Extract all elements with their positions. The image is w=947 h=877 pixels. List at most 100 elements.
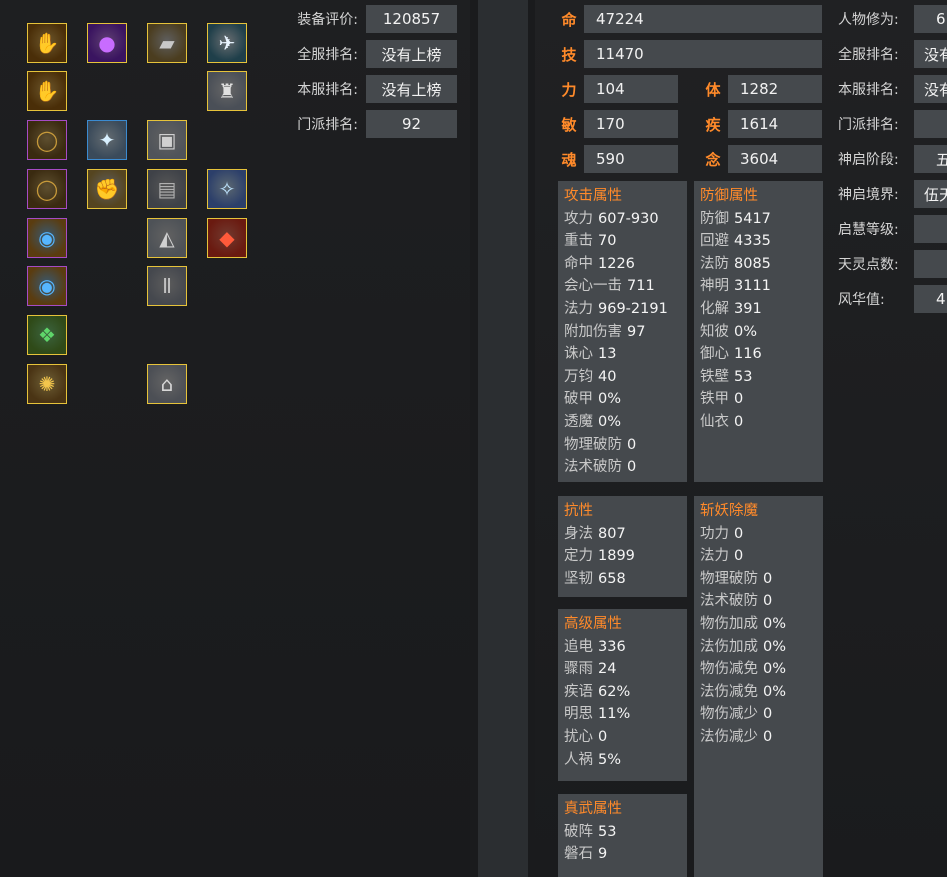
stat-ji2-value: 1614 xyxy=(728,110,822,138)
attribute-name: 法伤减免 xyxy=(700,683,758,700)
belt-armor-icon: ▤ xyxy=(148,170,186,208)
equipment-slot[interactable]: ⌂ xyxy=(147,364,187,404)
attribute-value: 607-930 xyxy=(598,210,659,227)
equipment-slot[interactable]: ✋ xyxy=(27,71,67,111)
attribute-row: 法伤减免 0% xyxy=(700,681,817,704)
attribute-value: 0% xyxy=(598,413,622,430)
equipment-slot[interactable]: ◉ xyxy=(27,266,67,306)
attribute-value: 0 xyxy=(627,436,637,453)
golden-hand-amulet-icon: ✋ xyxy=(28,24,66,62)
equipment-slot[interactable]: ◯ xyxy=(27,169,67,209)
attribute-value: 9 xyxy=(598,846,608,863)
equipment-slot[interactable]: ▰ xyxy=(147,23,187,63)
stat-nian-label: 念 xyxy=(705,151,721,169)
right-info-label: 神启境界: xyxy=(838,187,899,203)
right-info-value: 没有 xyxy=(914,75,947,103)
equipment-slot[interactable]: ✋ xyxy=(27,23,67,63)
defense-attributes-card: 防御属性 防御 5417 回避 4335 法防 8085 神明 3111 化解 391 知彼 0% 御心 1… xyxy=(694,181,823,482)
attribute-row: 破甲 0% xyxy=(564,388,681,411)
right-info-value xyxy=(914,110,947,138)
attribute-value: 0 xyxy=(763,706,773,723)
equipment-slot[interactable]: ♜ xyxy=(207,71,247,111)
attribute-name: 诛心 xyxy=(564,346,593,363)
resist-attributes-card: 抗性 身法 807 定力 1899 坚韧 658 xyxy=(558,496,687,597)
stat-nian-value: 3604 xyxy=(728,145,822,173)
attribute-value: 658 xyxy=(598,570,626,587)
equipment-slot[interactable]: ◉ xyxy=(27,218,67,258)
attribute-name: 破阵 xyxy=(564,823,593,840)
right-info-value: 五 xyxy=(914,145,947,173)
right-info-label: 天灵点数: xyxy=(838,257,899,273)
attribute-name: 坚韧 xyxy=(564,570,593,587)
attribute-name: 回避 xyxy=(700,233,729,250)
attribute-value: 40 xyxy=(598,368,617,385)
stat-li-label: 力 xyxy=(561,81,577,99)
attribute-row: 定力 1899 xyxy=(564,545,681,568)
attribute-value: 807 xyxy=(598,525,626,542)
attribute-value: 336 xyxy=(598,638,626,655)
equipment-slot[interactable]: ▤ xyxy=(147,169,187,209)
shoulder-armor-icon: ◭ xyxy=(148,219,186,257)
equipment-slot[interactable]: ● xyxy=(87,23,127,63)
armored-bracer-icon: ▰ xyxy=(148,24,186,62)
equipment-slot[interactable]: ▣ xyxy=(147,120,187,160)
equipment-slot[interactable]: ✈ xyxy=(207,23,247,63)
stat-ming-label: 命 xyxy=(561,11,577,29)
attribute-name: 功力 xyxy=(700,525,729,542)
attribute-value: 0% xyxy=(763,661,787,678)
equipment-slot[interactable]: ❖ xyxy=(27,315,67,355)
equipment-slot[interactable]: ◆ xyxy=(207,218,247,258)
attribute-value: 1226 xyxy=(598,255,635,272)
server-all-rank-label: 全服排名: xyxy=(297,47,358,63)
attribute-name: 附加伤害 xyxy=(564,323,622,340)
attribute-row: 铁甲 0 xyxy=(700,388,817,411)
equipment-slot[interactable]: ◯ xyxy=(27,120,67,160)
equipment-slot[interactable]: ✺ xyxy=(27,364,67,404)
attribute-name: 铁甲 xyxy=(700,391,729,408)
center-strip xyxy=(478,0,528,877)
attribute-row: 法力 0 xyxy=(700,545,817,568)
attribute-name: 物理破防 xyxy=(564,436,622,453)
attribute-name: 物伤加成 xyxy=(700,615,758,632)
right-info-label: 神启阶段: xyxy=(838,152,899,168)
right-info-value: 没有 xyxy=(914,40,947,68)
attribute-value: 116 xyxy=(734,346,762,363)
attribute-value: 70 xyxy=(598,233,617,250)
attribute-row: 疾语 62% xyxy=(564,681,681,704)
stat-ti-value: 1282 xyxy=(728,75,822,103)
jade-pendant-icon: ❖ xyxy=(28,316,66,354)
attribute-value: 0% xyxy=(598,391,622,408)
attribute-value: 8085 xyxy=(734,255,771,272)
attribute-row: 透魔 0% xyxy=(564,411,681,434)
right-info-label: 门派排名: xyxy=(838,117,899,133)
attribute-row: 破阵 53 xyxy=(564,821,681,844)
attribute-row: 会心一击 711 xyxy=(564,275,681,298)
silver-robe-icon: ♜ xyxy=(208,72,246,110)
attribute-name: 骤雨 xyxy=(564,661,593,678)
equipment-slot[interactable]: ✧ xyxy=(207,169,247,209)
equipment-slot[interactable]: ◭ xyxy=(147,218,187,258)
sapphire-ring-icon: ◉ xyxy=(28,267,66,305)
attribute-value: 0 xyxy=(734,391,744,408)
stat-min-value: 170 xyxy=(584,110,678,138)
attribute-name: 防御 xyxy=(700,210,729,227)
attribute-value: 0% xyxy=(763,615,787,632)
stat-li-value: 104 xyxy=(584,75,678,103)
equip-score-label: 装备评价: xyxy=(297,12,358,28)
right-info-label: 全服排名: xyxy=(838,47,899,63)
attribute-row: 御心 116 xyxy=(700,343,817,366)
attribute-name: 磐石 xyxy=(564,846,593,863)
stat-hun-label: 魂 xyxy=(561,151,577,169)
golden-hand-amulet-icon: ✋ xyxy=(28,72,66,110)
equipment-slot[interactable]: Ⅱ xyxy=(147,266,187,306)
equipment-slot[interactable]: ✦ xyxy=(87,120,127,160)
spiral-talisman-icon: ✺ xyxy=(28,365,66,403)
attribute-row: 诛心 13 xyxy=(564,343,681,366)
attribute-name: 化解 xyxy=(700,300,729,317)
attribute-row: 物伤减少 0 xyxy=(700,703,817,726)
stat-min-label: 敏 xyxy=(561,116,577,134)
right-info-label: 人物修为: xyxy=(838,12,899,28)
equipment-slot[interactable]: ✊ xyxy=(87,169,127,209)
attribute-value: 0 xyxy=(734,548,744,565)
attribute-value: 0 xyxy=(763,728,773,745)
